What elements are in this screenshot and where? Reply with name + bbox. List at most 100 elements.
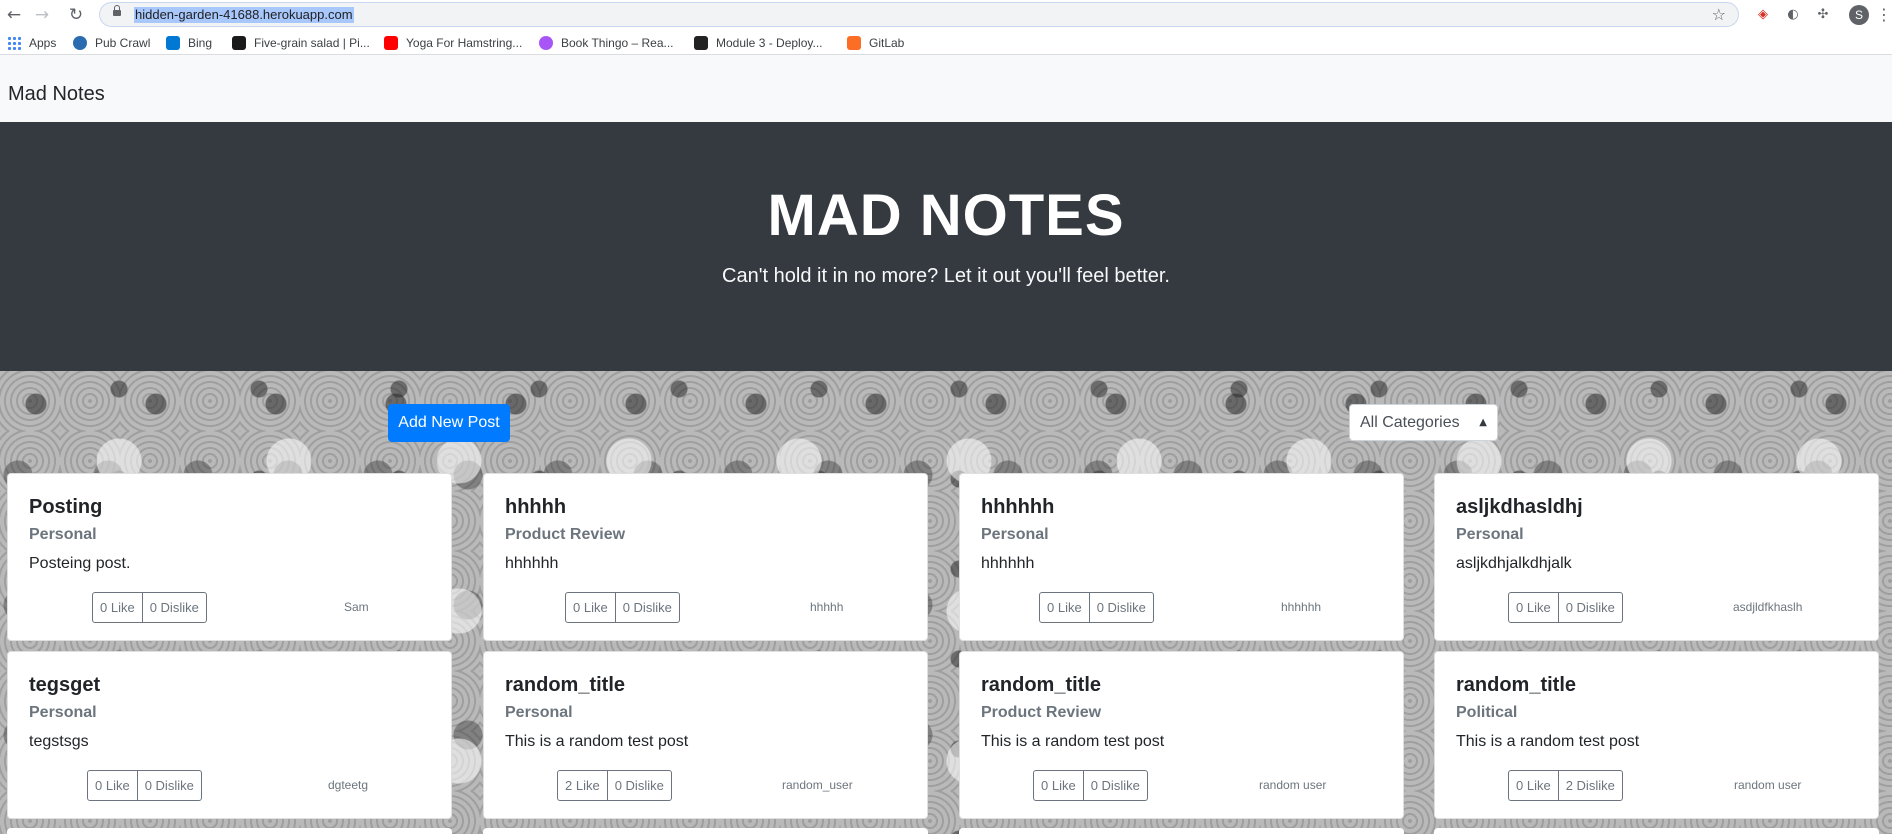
post-body: hhhhhh: [505, 555, 559, 572]
post-card-partial: [959, 828, 1404, 838]
vote-group: 0 Like 0 Dislike: [92, 592, 207, 623]
lock-icon: [113, 5, 121, 16]
vote-group: 0 Like 0 Dislike: [565, 592, 680, 623]
like-button[interactable]: 0 Like: [1509, 771, 1558, 800]
dislike-button[interactable]: 0 Dislike: [1082, 771, 1147, 800]
extension-icon[interactable]: ◈: [1754, 6, 1772, 24]
book-icon: [694, 36, 708, 50]
like-button[interactable]: 0 Like: [1040, 593, 1089, 622]
bookmark-pub-crawl[interactable]: Pub Crawl: [73, 34, 150, 52]
post-body: hhhhhh: [981, 555, 1035, 572]
bookmark-star-icon[interactable]: ☆: [1712, 5, 1726, 24]
post-body: asljkdhjalkdhjalk: [1456, 555, 1572, 572]
dislike-button[interactable]: 0 Dislike: [606, 771, 671, 800]
post-author: random_user: [782, 778, 853, 792]
post-body: This is a random test post: [505, 733, 689, 750]
forward-arrow-icon[interactable]: →: [30, 3, 54, 27]
post-card: asljkdhasldhj Personal asljkdhjalkdhjalk…: [1434, 473, 1879, 641]
vote-group: 0 Like 0 Dislike: [1033, 770, 1148, 801]
post-author: dgteetg: [328, 778, 369, 792]
post-title: Posting: [29, 496, 103, 518]
dislike-button[interactable]: 0 Dislike: [1088, 593, 1153, 622]
add-new-post-button[interactable]: Add New Post: [388, 404, 510, 442]
bookmark-gitlab[interactable]: GitLab: [847, 34, 904, 52]
vote-group: 0 Like 0 Dislike: [87, 770, 202, 801]
bookmark-bing[interactable]: Bing: [166, 34, 212, 52]
reload-icon[interactable]: ↻: [64, 3, 88, 27]
post-title: random_title: [1456, 674, 1577, 696]
kebab-menu-icon[interactable]: ⋮: [1876, 5, 1892, 25]
site-icon: [232, 36, 246, 50]
site-icon: [539, 36, 553, 50]
post-category: Product Review: [505, 526, 626, 543]
post-card: random_title Personal This is a random t…: [483, 651, 928, 819]
category-select-value: All Categories: [1360, 414, 1460, 431]
address-bar[interactable]: hidden-garden-41688.herokuapp.com ☆: [99, 2, 1739, 27]
post-title: hhhhh: [505, 496, 567, 518]
post-card: Posting Personal Posteing post. 0 Like 0…: [7, 473, 452, 641]
post-card: hhhhhh Personal hhhhhh 0 Like 0 Dislike …: [959, 473, 1404, 641]
post-card: tegsget Personal tegstsgs 0 Like 0 Disli…: [7, 651, 452, 819]
dislike-button[interactable]: 0 Dislike: [614, 593, 679, 622]
vote-group: 0 Like 0 Dislike: [1039, 592, 1154, 623]
bookmark-module-3[interactable]: Module 3 - Deploy...: [694, 34, 823, 52]
post-author: hhhhh: [810, 600, 844, 614]
post-body: This is a random test post: [981, 733, 1165, 750]
like-button[interactable]: 0 Like: [88, 771, 137, 800]
post-category: Personal: [29, 526, 97, 543]
apps-grid-icon: [7, 36, 21, 50]
navbar-brand[interactable]: Mad Notes: [8, 83, 105, 106]
bookmark-apps[interactable]: Apps: [7, 34, 56, 52]
post-author: hhhhhh: [1281, 600, 1322, 614]
post-author: Sam: [344, 600, 369, 614]
dislike-button[interactable]: 2 Dislike: [1557, 771, 1622, 800]
post-category: Personal: [505, 704, 573, 721]
puzzle-icon[interactable]: ✣: [1814, 6, 1832, 24]
dislike-button[interactable]: 0 Dislike: [1557, 593, 1622, 622]
hero-title: MAD NOTES: [767, 183, 1125, 248]
dislike-button[interactable]: 0 Dislike: [141, 593, 206, 622]
dislike-button[interactable]: 0 Dislike: [136, 771, 201, 800]
post-body: This is a random test post: [1456, 733, 1640, 750]
bookmark-yoga[interactable]: Yoga For Hamstring...: [384, 34, 522, 52]
site-navbar: Mad Notes: [0, 55, 1892, 122]
post-card: random_title Product Review This is a ra…: [959, 651, 1404, 819]
like-button[interactable]: 2 Like: [558, 771, 607, 800]
post-card-partial: [7, 828, 452, 838]
post-card: hhhhh Product Review hhhhhh 0 Like 0 Dis…: [483, 473, 928, 641]
like-button[interactable]: 0 Like: [1034, 771, 1083, 800]
browser-toolbar: ← → ↻ hidden-garden-41688.herokuapp.com …: [0, 0, 1892, 31]
post-title: random_title: [505, 674, 626, 696]
post-author: random user: [1734, 778, 1802, 792]
like-button[interactable]: 0 Like: [1509, 593, 1558, 622]
post-title: tegsget: [29, 674, 101, 696]
bookmark-book-thingo[interactable]: Book Thingo – Rea...: [539, 34, 674, 52]
hero-banner: MAD NOTES Can't hold it in no more? Let …: [0, 122, 1892, 371]
post-category: Product Review: [981, 704, 1102, 721]
post-title: asljkdhasldhj: [1456, 496, 1583, 518]
post-card: random_title Political This is a random …: [1434, 651, 1879, 819]
hero-subtitle: Can't hold it in no more? Let it out you…: [722, 265, 1170, 287]
select-caret-icon: ▲: [1479, 417, 1487, 428]
profile-avatar[interactable]: S: [1849, 5, 1869, 25]
post-category: Political: [1456, 704, 1518, 721]
post-category: Personal: [29, 704, 97, 721]
vote-group: 0 Like 0 Dislike: [1508, 592, 1623, 623]
extension-icon[interactable]: ◐: [1784, 6, 1802, 24]
bookmark-five-grain-salad[interactable]: Five-grain salad | Pi...: [232, 34, 370, 52]
bookmarks-bar: Apps Pub Crawl Bing Five-grain salad | P…: [0, 31, 1892, 55]
bing-icon: [166, 36, 180, 50]
post-author: asdjldfkhaslh: [1733, 600, 1803, 614]
category-select[interactable]: All Categories ▲: [1349, 404, 1498, 441]
post-card-partial: [483, 828, 928, 838]
post-category: Personal: [1456, 526, 1524, 543]
like-button[interactable]: 0 Like: [566, 593, 615, 622]
gitlab-icon: [847, 36, 861, 50]
url-text[interactable]: hidden-garden-41688.herokuapp.com: [134, 7, 354, 23]
post-author: random user: [1259, 778, 1327, 792]
like-button[interactable]: 0 Like: [93, 593, 142, 622]
youtube-icon: [384, 36, 398, 50]
post-title: random_title: [981, 674, 1102, 696]
back-arrow-icon[interactable]: ←: [2, 3, 26, 27]
post-body: Posteing post.: [29, 555, 131, 572]
